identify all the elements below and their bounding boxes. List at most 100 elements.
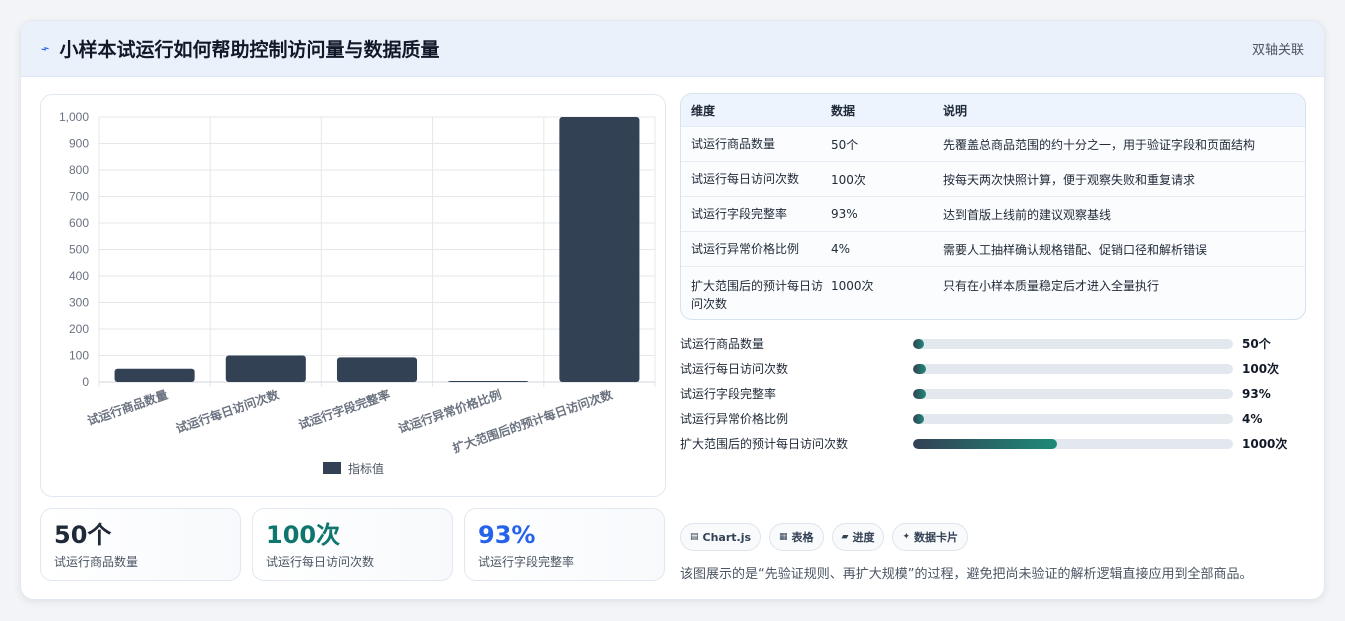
table-header-row: 维度 数据 说明 [681, 94, 1305, 127]
table-row: 试运行商品数量 50个 先覆盖总商品范围的约十分之一，用于验证字段和页面结构 [681, 127, 1305, 162]
chip-progress[interactable]: ▰ 进度 [831, 523, 885, 551]
progress-value: 100次 [1242, 362, 1280, 376]
progress-list: 试运行商品数量 50个 试运行每日访问次数 100次 试运行字段完整率 93% … [680, 331, 1306, 456]
spark-icon: ⌁ [38, 39, 52, 58]
progress-fill [913, 338, 925, 349]
table-cell: 100次 [831, 172, 866, 187]
stat-label: 试运行每日访问次数 [266, 555, 375, 569]
legend-label: 指标值 [348, 461, 384, 476]
table-cell: 先覆盖总商品范围的约十分之一，用于验证字段和页面结构 [943, 137, 1256, 152]
footnote: 该图展示的是“先验证规则、再扩大规模”的过程，避免把尚未验证的解析逻辑直接应用到… [680, 567, 1253, 582]
chip-label: Chart.js [702, 530, 752, 544]
table-cell: 93% [831, 207, 858, 221]
x-tick-label: 试运行每日访问次数 [174, 386, 282, 436]
y-tick-label: 400 [69, 269, 89, 283]
progress-track [913, 388, 1233, 399]
progress-label: 试运行商品数量 [680, 337, 765, 351]
table-cell: 4% [831, 242, 851, 256]
stat-cards: 50个 试运行商品数量 100次 试运行每日访问次数 93% 试运行字段完整率 [40, 508, 665, 581]
progress-fill [913, 363, 926, 374]
table-cell: 50个 [831, 137, 859, 152]
bar [559, 117, 640, 382]
progress-label: 试运行每日访问次数 [680, 362, 789, 376]
stat-card: 93% 试运行字段完整率 [464, 508, 665, 581]
progress-icon: ▰ [841, 532, 849, 542]
progress-track [913, 363, 1233, 374]
page-title: 小样本试运行如何帮助控制访问量与数据质量 [59, 39, 440, 61]
bar [114, 368, 195, 382]
table-row: 试运行异常价格比例 4% 需要人工抽样确认规格错配、促销口径和解析错误 [681, 232, 1305, 267]
bar [448, 380, 529, 382]
progress-fill [913, 438, 1057, 449]
progress-row: 扩大范围后的预计每日访问次数 1000次 [680, 431, 1306, 456]
progress-value: 1000次 [1242, 437, 1288, 451]
chip-chartjs[interactable]: ▤ Chart.js [680, 523, 762, 551]
y-tick-label: 0 [82, 375, 89, 389]
progress-track [913, 438, 1233, 449]
progress-value: 93% [1242, 386, 1271, 401]
table-header-cell: 数据 [831, 103, 856, 118]
table-cell: 试运行每日访问次数 [691, 172, 800, 186]
table-cell: 只有在小样本质量稳定后才进入全量执行 [943, 279, 1160, 293]
y-tick-label: 200 [69, 322, 89, 336]
y-tick-label: 1,000 [59, 110, 89, 124]
dashboard-card: ⌁ 小样本试运行如何帮助控制访问量与数据质量 双轴关联 0 100 200 300 40… [20, 20, 1325, 600]
data-table: 维度 数据 说明 试运行商品数量 50个 先覆盖总商品范围的约十分之一，用于验证… [680, 93, 1306, 320]
table-cell: 达到首版上线前的建议观察基线 [943, 207, 1112, 222]
y-tick-label: 600 [69, 216, 89, 230]
chip-table[interactable]: ▦ 表格 [769, 523, 824, 551]
bar-chart-svg: 0 100 200 300 400 500 600 700 800 900 1,000 试运行商品数量… [59, 110, 656, 476]
table-cell: 试运行字段完整率 [691, 207, 788, 221]
stat-value: 100次 [266, 521, 341, 549]
chip-label: 数据卡片 [914, 531, 959, 544]
table-cell: 试运行商品数量 [691, 137, 776, 151]
chip-data-card[interactable]: ✦ 数据卡片 [892, 523, 969, 551]
chart-icon: ▤ [690, 532, 699, 542]
table-cell: 试运行异常价格比例 [691, 242, 800, 256]
progress-fill [913, 388, 926, 399]
progress-label: 扩大范围后的预计每日访问次数 [680, 437, 849, 451]
progress-value: 50个 [1242, 337, 1271, 351]
header-tag: 双轴关联 [1251, 43, 1304, 58]
table-cell: 扩大范围后的预计每日访问次数 [691, 279, 824, 311]
y-tick-label: 500 [69, 243, 89, 257]
table-row: 试运行每日访问次数 100次 按每天两次快照计算，便于观察失败和重复请求 [681, 162, 1305, 197]
y-tick-label: 100 [69, 349, 89, 363]
bar [225, 355, 306, 382]
bar [336, 357, 418, 382]
card-header: ⌁ 小样本试运行如何帮助控制访问量与数据质量 双轴关联 [21, 21, 1324, 77]
stat-value: 93% [478, 521, 536, 549]
progress-row: 试运行异常价格比例 4% [680, 406, 1306, 431]
table-header-cell: 维度 [691, 103, 716, 118]
y-tick-label: 700 [69, 190, 89, 204]
table-cell: 需要人工抽样确认规格错配、促销口径和解析错误 [943, 242, 1208, 257]
stat-card: 100次 试运行每日访问次数 [252, 508, 453, 581]
progress-row: 试运行字段完整率 93% [680, 381, 1306, 406]
progress-label: 试运行异常价格比例 [680, 412, 789, 426]
table-row: 试运行字段完整率 93% 达到首版上线前的建议观察基线 [681, 197, 1305, 232]
stat-label: 试运行字段完整率 [478, 555, 575, 569]
stat-card: 50个 试运行商品数量 [40, 508, 241, 581]
progress-track [913, 338, 1233, 349]
y-tick-label: 900 [69, 137, 89, 151]
table-icon: ▦ [779, 532, 788, 542]
bar-chart: 0 100 200 300 400 500 600 700 800 900 1,000 试运行商品数量… [40, 94, 666, 497]
chip-label: 表格 [791, 531, 814, 544]
stat-label: 试运行商品数量 [54, 555, 139, 569]
table-header-cell: 说明 [943, 103, 968, 118]
y-tick-label: 800 [69, 163, 89, 177]
x-tick-label: 试运行字段完整率 [296, 387, 392, 432]
progress-fill [913, 413, 925, 424]
y-tick-label: 300 [69, 296, 89, 310]
chip-label: 进度 [852, 531, 875, 544]
table-row: 扩大范围后的预计每日访问次数 1000次 只有在小样本质量稳定后才进入全量执行 [681, 267, 1305, 319]
progress-track [913, 413, 1233, 424]
progress-label: 试运行字段完整率 [680, 387, 777, 401]
progress-row: 试运行每日访问次数 100次 [680, 356, 1306, 381]
x-tick-label: 试运行异常价格比例 [396, 387, 503, 436]
stat-value: 50个 [54, 521, 112, 549]
table-cell: 1000次 [831, 279, 874, 293]
table-cell: 按每天两次快照计算，便于观察失败和重复请求 [943, 172, 1196, 187]
tag-chips: ▤ Chart.js ▦ 表格 ▰ 进度 ✦ 数据卡片 [680, 523, 969, 551]
card-icon: ✦ [902, 532, 911, 542]
